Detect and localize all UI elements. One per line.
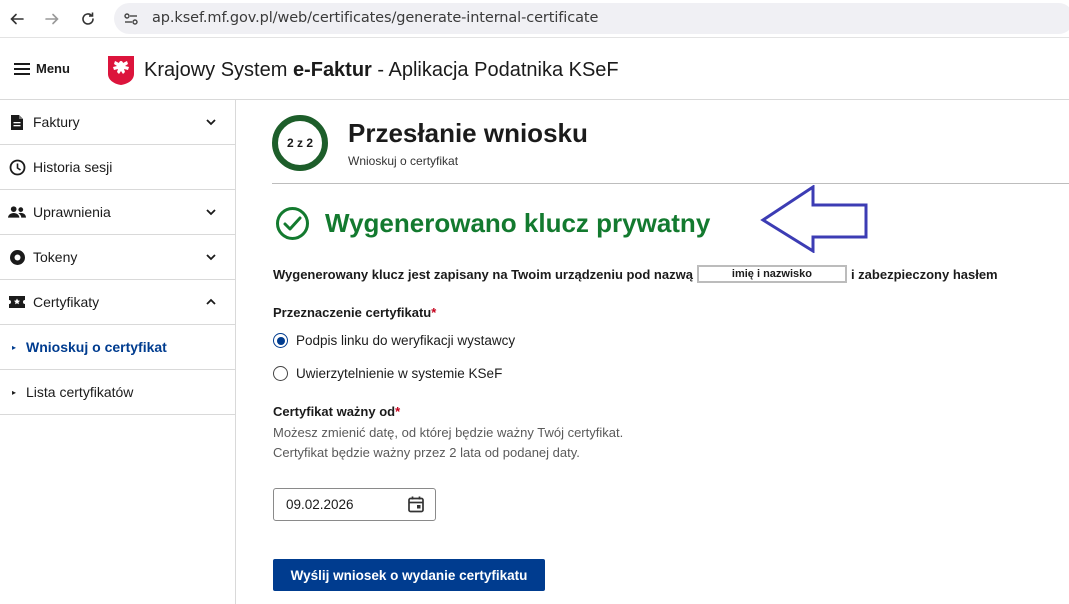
menu-button[interactable]: Menu xyxy=(14,61,70,76)
sidebar-subitem-lista-certyfikatow[interactable]: ▸ Lista certyfikatów xyxy=(0,370,235,415)
bullet-triangle-icon: ▸ xyxy=(12,387,17,397)
sidebar-item-tokeny[interactable]: Tokeny xyxy=(0,235,235,280)
sidebar-item-label: Tokeny xyxy=(33,249,78,265)
document-icon xyxy=(8,113,26,131)
clock-icon xyxy=(8,158,26,176)
sidebar-item-uprawnienia[interactable]: Uprawnienia xyxy=(0,190,235,235)
app-title-brand: e-Faktur xyxy=(292,59,372,81)
arrow-left-icon xyxy=(10,13,24,25)
address-bar[interactable]: ap.ksef.mf.gov.pl/web/certificates/gener… xyxy=(114,3,1069,34)
url-text: ap.ksef.mf.gov.pl/web/certificates/gener… xyxy=(152,10,599,26)
check-circle-icon xyxy=(276,207,309,240)
key-info-before: Wygenerowany klucz jest zapisany na Twoi… xyxy=(273,266,693,282)
users-icon xyxy=(8,203,26,221)
app-header: Menu Krajowy System e-Faktur - Aplikacja… xyxy=(0,40,1069,100)
date-value: 09.02.2026 xyxy=(286,497,354,512)
forward-button[interactable] xyxy=(41,8,63,30)
purpose-label-text: Przeznaczenie certyfikatu xyxy=(273,305,432,320)
certificate-icon xyxy=(8,293,26,311)
arrow-right-icon xyxy=(45,13,59,25)
header-divider xyxy=(272,183,1069,184)
sidebar-subitem-label: Wnioskuj o certyfikat xyxy=(26,339,167,355)
app-title-suffix: - Aplikacja Podatnika KSeF xyxy=(371,59,619,81)
chevron-up-icon xyxy=(206,298,216,305)
radio-label: Uwierzytelnienie w systemie KSeF xyxy=(296,366,503,381)
menu-label: Menu xyxy=(36,61,70,76)
token-icon xyxy=(8,248,26,266)
site-settings-icon[interactable] xyxy=(122,10,140,28)
radio-option-podpis-linku[interactable]: Podpis linku do weryfikacji wystawcy xyxy=(273,333,515,348)
reload-button[interactable] xyxy=(77,8,99,30)
success-title: Wygenerowano klucz prywatny xyxy=(325,208,711,238)
key-info-text: Wygenerowany klucz jest zapisany na Twoi… xyxy=(273,265,998,283)
sidebar-item-historia-sesji[interactable]: Historia sesji xyxy=(0,145,235,190)
chevron-down-icon xyxy=(206,119,216,126)
radio-option-uwierzytelnienie[interactable]: Uwierzytelnienie w systemie KSeF xyxy=(273,366,502,381)
sidebar-item-faktury[interactable]: Faktury xyxy=(0,100,235,145)
calendar-icon[interactable] xyxy=(407,495,425,513)
sidebar: Faktury Historia sesji Uprawnienia Token… xyxy=(0,100,236,604)
key-info-after: i zabezpieczony hasłem xyxy=(850,266,998,282)
sidebar-item-label: Uprawnienia xyxy=(33,204,111,220)
app-title: Krajowy System e-Faktur - Aplikacja Poda… xyxy=(144,59,619,82)
hamburger-icon xyxy=(14,62,30,75)
valid-from-date-input[interactable]: 09.02.2026 xyxy=(273,488,436,521)
radio-label: Podpis linku do weryfikacji wystawcy xyxy=(296,333,516,348)
sidebar-subitem-label: Lista certyfikatów xyxy=(26,384,134,400)
chevron-down-icon xyxy=(206,254,216,261)
annotation-arrow-icon xyxy=(760,185,868,253)
submit-certificate-request-button[interactable]: Wyślij wniosek o wydanie certyfikatu xyxy=(273,559,545,591)
sidebar-item-certyfikaty[interactable]: Certyfikaty xyxy=(0,280,235,325)
chevron-down-icon xyxy=(206,209,216,216)
radio-button-checked[interactable] xyxy=(273,333,288,348)
sidebar-item-label: Certyfikaty xyxy=(33,294,100,310)
browser-toolbar: ap.ksef.mf.gov.pl/web/certificates/gener… xyxy=(0,0,1069,38)
reload-icon xyxy=(82,12,94,25)
sidebar-subitem-wnioskuj-o-certyfikat[interactable]: ▸ Wnioskuj o certyfikat xyxy=(0,325,235,370)
back-button[interactable] xyxy=(6,8,28,30)
step-label: 2 z 2 xyxy=(286,136,313,150)
radio-button-unchecked[interactable] xyxy=(273,366,288,381)
purpose-label: Przeznaczenie certyfikatu* xyxy=(273,305,436,320)
app-title-prefix: Krajowy System xyxy=(144,59,288,81)
sidebar-item-label: Faktury xyxy=(33,114,80,130)
valid-from-help-text: Możesz zmienić datę, od której będzie wa… xyxy=(273,425,624,460)
polish-eagle-emblem-icon xyxy=(108,56,134,85)
page-subtitle: Wnioskuj o certyfikat xyxy=(348,154,459,168)
bullet-triangle-icon: ▸ xyxy=(12,342,17,352)
step-indicator: 2 z 2 xyxy=(272,115,328,171)
valid-from-label: Certyfikat ważny od* xyxy=(273,404,400,419)
required-mark: * xyxy=(431,305,437,320)
page-title: Przesłanie wniosku xyxy=(348,118,588,148)
valid-from-label-text: Certyfikat ważny od xyxy=(273,404,396,419)
required-mark: * xyxy=(395,404,401,419)
sidebar-item-label: Historia sesji xyxy=(33,159,113,175)
key-name-field: imię i nazwisko xyxy=(696,265,847,283)
